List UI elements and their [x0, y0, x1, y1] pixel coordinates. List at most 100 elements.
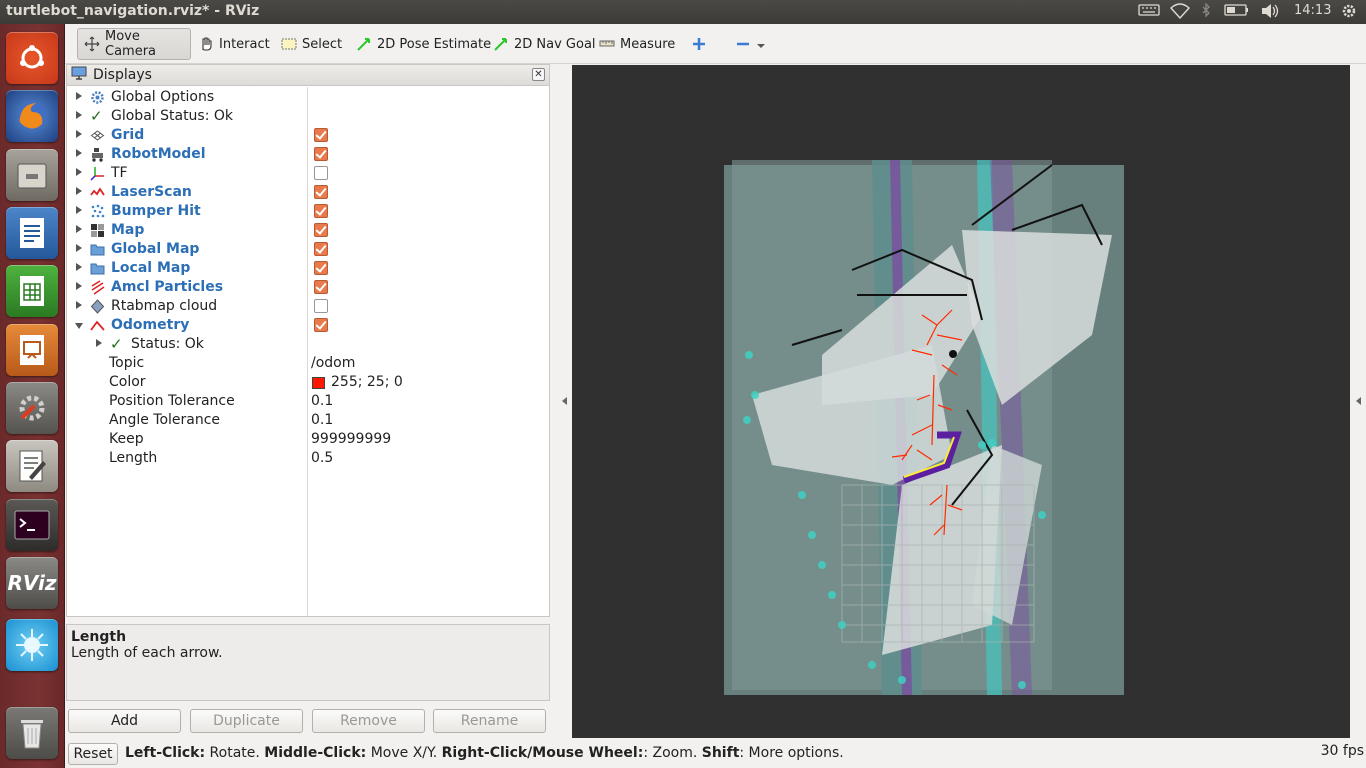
- tree-item-rtabmap-cloud[interactable]: Rtabmap cloud: [67, 297, 549, 316]
- blue-app-icon[interactable]: [6, 619, 58, 671]
- enable-checkbox[interactable]: [314, 223, 328, 237]
- property-value[interactable]: 0.5: [311, 450, 333, 466]
- expand-arrow-icon[interactable]: [76, 225, 82, 233]
- expand-arrow-icon[interactable]: [76, 206, 82, 214]
- move-camera-button[interactable]: Move Camera: [77, 28, 191, 60]
- collapse-arrow-icon[interactable]: [75, 323, 83, 329]
- text-editor-icon[interactable]: [6, 440, 58, 492]
- expand-arrow-icon[interactable]: [76, 244, 82, 252]
- property-topic[interactable]: Topic /odom: [67, 354, 549, 373]
- expand-arrow-icon[interactable]: [76, 111, 82, 119]
- expand-arrow-icon[interactable]: [76, 92, 82, 100]
- 2d-pose-estimate-button[interactable]: 2D Pose Estimate: [350, 28, 497, 60]
- expand-arrow-icon[interactable]: [76, 263, 82, 271]
- tree-item-grid[interactable]: Grid: [67, 126, 549, 145]
- expand-arrow-icon[interactable]: [76, 282, 82, 290]
- expand-arrow-icon[interactable]: [76, 187, 82, 195]
- property-angle-tolerance[interactable]: Angle Tolerance 0.1: [67, 411, 549, 430]
- tree-item-label: LaserScan: [111, 184, 192, 200]
- enable-checkbox[interactable]: [314, 280, 328, 294]
- tree-item-laserscan[interactable]: LaserScan: [67, 183, 549, 202]
- add-tool-button[interactable]: [685, 28, 713, 60]
- rename-button[interactable]: Rename: [433, 709, 546, 733]
- tree-item-label: Status: Ok: [131, 336, 204, 352]
- property-value[interactable]: 999999999: [311, 431, 391, 447]
- session-gear-icon[interactable]: [1341, 3, 1357, 23]
- system-settings-icon[interactable]: [6, 382, 58, 434]
- clock[interactable]: 14:13: [1294, 3, 1331, 18]
- terminal-icon[interactable]: [6, 499, 58, 551]
- bluetooth-icon[interactable]: [1201, 2, 1211, 23]
- ubuntu-logo-icon[interactable]: [6, 32, 58, 84]
- help-left-click-value: Rotate.: [205, 745, 265, 761]
- tree-item-odometry[interactable]: Odometry: [67, 316, 549, 335]
- property-name: Color: [109, 374, 146, 390]
- tree-item-tf[interactable]: TF: [67, 164, 549, 183]
- property-value[interactable]: 0.1: [311, 393, 333, 409]
- rviz-icon[interactable]: RViz: [6, 557, 58, 609]
- expand-arrow-icon[interactable]: [76, 130, 82, 138]
- remove-button[interactable]: Remove: [312, 709, 425, 733]
- expand-arrow-icon[interactable]: [76, 301, 82, 309]
- tree-item-local-map[interactable]: Local Map: [67, 259, 549, 278]
- 2d-nav-goal-button[interactable]: 2D Nav Goal: [487, 28, 602, 60]
- tree-item-global-options[interactable]: Global Options: [67, 88, 549, 107]
- tree-item-map[interactable]: Map: [67, 221, 549, 240]
- 3d-viewport[interactable]: [572, 65, 1350, 738]
- property-keep[interactable]: Keep 999999999: [67, 430, 549, 449]
- property-value[interactable]: 255; 25; 0: [331, 374, 403, 390]
- diamond-icon: [90, 299, 105, 314]
- measure-button[interactable]: Measure: [593, 28, 681, 60]
- tree-item-global-map[interactable]: Global Map: [67, 240, 549, 259]
- property-length[interactable]: Length 0.5: [67, 449, 549, 468]
- enable-checkbox[interactable]: [314, 242, 328, 256]
- remove-tool-button[interactable]: [729, 28, 772, 60]
- calc-icon[interactable]: [6, 265, 58, 317]
- tree-item-amcl-particles[interactable]: Amcl Particles: [67, 278, 549, 297]
- firefox-icon[interactable]: [6, 90, 58, 142]
- enable-checkbox[interactable]: [314, 204, 328, 218]
- property-value[interactable]: /odom: [311, 355, 355, 371]
- reset-button[interactable]: Reset: [68, 743, 118, 765]
- measure-label: Measure: [620, 36, 676, 52]
- tree-item-label: Odometry: [111, 317, 190, 333]
- enable-checkbox[interactable]: [314, 147, 328, 161]
- keyboard-icon[interactable]: [1138, 3, 1160, 21]
- map-render: [724, 160, 1124, 695]
- select-button[interactable]: Select: [275, 28, 348, 60]
- tree-item-label: RobotModel: [111, 146, 206, 162]
- interact-button[interactable]: Interact: [192, 28, 276, 60]
- expand-arrow-icon[interactable]: [96, 339, 102, 347]
- expand-arrow-icon[interactable]: [76, 168, 82, 176]
- enable-checkbox[interactable]: [314, 185, 328, 199]
- tree-item-robotmodel[interactable]: RobotModel: [67, 145, 549, 164]
- splitter-collapse-left-icon[interactable]: [562, 397, 567, 405]
- impress-icon[interactable]: [6, 324, 58, 376]
- trash-icon[interactable]: [6, 707, 58, 759]
- property-value[interactable]: 0.1: [311, 412, 333, 428]
- property-color[interactable]: Color 255; 25; 0: [67, 373, 549, 392]
- wifi-icon[interactable]: [1170, 3, 1190, 23]
- duplicate-button[interactable]: Duplicate: [190, 709, 303, 733]
- enable-checkbox[interactable]: [314, 318, 328, 332]
- enable-checkbox[interactable]: [314, 166, 328, 180]
- color-swatch[interactable]: [312, 377, 325, 389]
- enable-checkbox[interactable]: [314, 128, 328, 142]
- battery-icon[interactable]: [1224, 3, 1250, 21]
- expand-arrow-icon[interactable]: [76, 149, 82, 157]
- volume-icon[interactable]: [1260, 3, 1280, 23]
- tree-item-global-status[interactable]: ✓ Global Status: Ok: [67, 107, 549, 126]
- property-name: Length: [109, 450, 158, 466]
- add-button[interactable]: Add: [68, 709, 181, 733]
- tree-item-odometry-status[interactable]: ✓ Status: Ok: [67, 335, 549, 354]
- splitter-collapse-right-icon[interactable]: [1356, 397, 1361, 405]
- tree-item-bumper-hit[interactable]: Bumper Hit: [67, 202, 549, 221]
- files-icon[interactable]: [6, 149, 58, 201]
- close-icon[interactable]: ✕: [532, 68, 545, 81]
- enable-checkbox[interactable]: [314, 261, 328, 275]
- enable-checkbox[interactable]: [314, 299, 328, 313]
- writer-icon[interactable]: [6, 207, 58, 259]
- property-position-tolerance[interactable]: Position Tolerance 0.1: [67, 392, 549, 411]
- tree-item-label: Global Status: Ok: [111, 108, 234, 124]
- select-label: Select: [302, 36, 343, 52]
